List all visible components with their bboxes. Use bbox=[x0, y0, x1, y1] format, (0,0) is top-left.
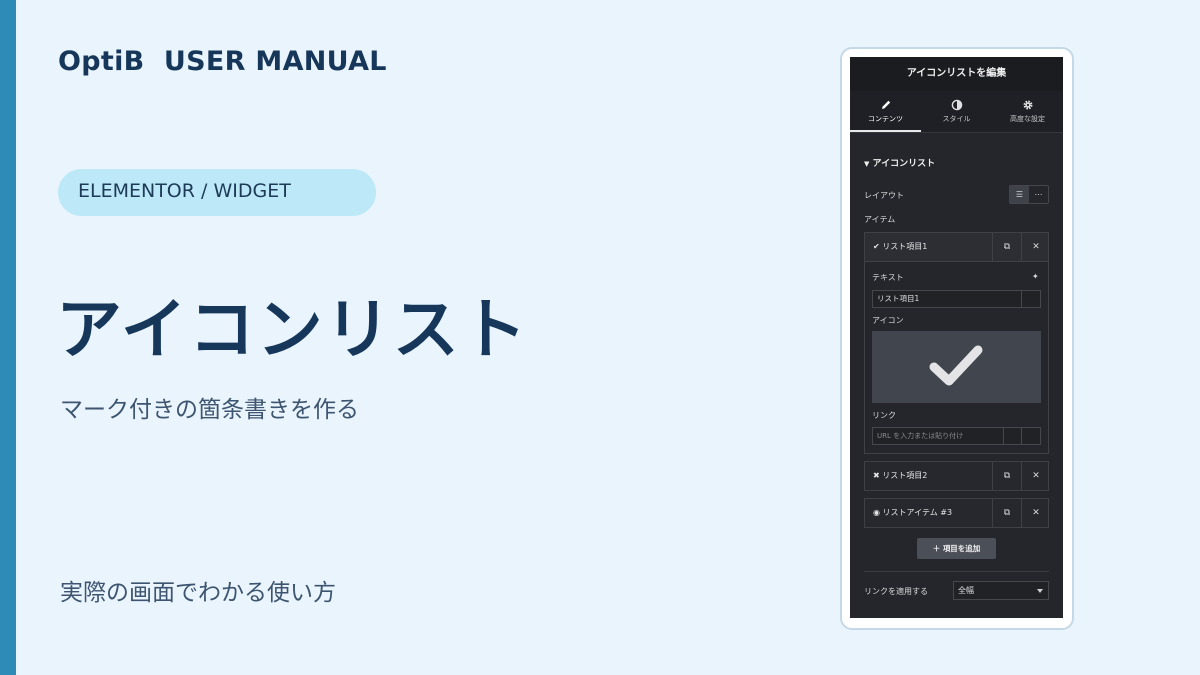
url-placeholder: URL を入力または貼り付け bbox=[877, 432, 964, 440]
tab-style[interactable]: スタイル bbox=[921, 91, 992, 132]
url-input[interactable]: URL を入力または貼り付け bbox=[872, 427, 1041, 445]
left-accent-bar bbox=[0, 0, 16, 675]
icon-label: アイコン bbox=[872, 316, 904, 325]
tab-advanced[interactable]: 高度な設定 bbox=[992, 91, 1063, 132]
category-pill: ELEMENTOR / WIDGET bbox=[58, 169, 376, 216]
footer-note: 実際の画面でわかる使い方 bbox=[60, 580, 336, 606]
list-item-label: リスト項目1 bbox=[882, 242, 928, 251]
duplicate-icon[interactable]: ⧉ bbox=[992, 499, 1021, 527]
brand-title: OptiB USER MANUAL bbox=[58, 46, 387, 77]
contrast-icon bbox=[951, 99, 962, 111]
section-toggle[interactable]: ▼ アイコンリスト bbox=[864, 156, 935, 169]
section-title: アイコンリスト bbox=[872, 159, 936, 169]
items-label: アイテム bbox=[864, 215, 896, 224]
list-item-label: リストアイテム #3 bbox=[882, 508, 953, 517]
category-label: ELEMENTOR / WIDGET bbox=[78, 180, 291, 202]
list-item[interactable]: ✔ リスト項目1 ⧉ ✕ bbox=[864, 232, 1049, 262]
divider bbox=[864, 571, 1049, 572]
plus-icon: ＋ bbox=[932, 544, 941, 553]
close-icon[interactable]: ✕ bbox=[1021, 233, 1050, 261]
database-icon[interactable] bbox=[1021, 428, 1040, 444]
list-item-label: リスト項目2 bbox=[882, 471, 928, 480]
caret-down-icon bbox=[1037, 589, 1043, 593]
icon-picker[interactable] bbox=[872, 331, 1041, 403]
list-item[interactable]: ◉ リストアイテム #3 ⧉ ✕ bbox=[864, 498, 1049, 528]
text-input-value: リスト項目1 bbox=[877, 294, 920, 303]
database-icon[interactable] bbox=[1021, 291, 1040, 307]
add-item-button[interactable]: ＋ 項目を追加 bbox=[917, 538, 996, 559]
inline-layout-icon[interactable]: ⋯ bbox=[1029, 186, 1048, 203]
tab-label: コンテンツ bbox=[868, 115, 903, 123]
link-settings-icon[interactable] bbox=[1003, 428, 1022, 444]
ai-sparkle-icon[interactable]: ✦ bbox=[1032, 272, 1039, 281]
gear-icon bbox=[1022, 100, 1033, 110]
page-title: アイコンリスト bbox=[56, 291, 529, 368]
duplicate-icon[interactable]: ⧉ bbox=[992, 233, 1021, 261]
text-input[interactable]: リスト項目1 bbox=[872, 290, 1041, 308]
duplicate-icon[interactable]: ⧉ bbox=[992, 462, 1021, 490]
layout-label: レイアウト bbox=[864, 191, 904, 200]
page-subtitle: マーク付きの箇条書きを作る bbox=[60, 397, 359, 423]
apply-link-label: リンクを適用する bbox=[864, 587, 928, 596]
panel-tabs: コンテンツ スタイル 高度な設定 bbox=[850, 91, 1063, 133]
elementor-edit-panel: アイコンリストを編集 コンテンツ スタイル 高度な設定 ▼ アイコンリスト レイ… bbox=[850, 57, 1063, 618]
layout-toggle: ☰ ⋯ bbox=[1009, 185, 1049, 204]
link-label: リンク bbox=[872, 411, 896, 420]
tab-label: 高度な設定 bbox=[1010, 115, 1045, 123]
list-item[interactable]: ✖ リスト項目2 ⧉ ✕ bbox=[864, 461, 1049, 491]
close-icon[interactable]: ✕ bbox=[1021, 462, 1050, 490]
tab-label: スタイル bbox=[942, 115, 971, 123]
caret-down-icon: ▼ bbox=[864, 160, 870, 168]
text-label: テキスト bbox=[872, 273, 904, 282]
apply-link-select[interactable]: 全幅 bbox=[953, 581, 1049, 600]
check-icon bbox=[929, 345, 983, 386]
pencil-icon bbox=[881, 100, 890, 109]
apply-link-value: 全幅 bbox=[958, 586, 974, 595]
close-icon[interactable]: ✕ bbox=[1021, 499, 1050, 527]
panel-header: アイコンリストを編集 bbox=[850, 57, 1063, 91]
dot-circle-icon: ◉ bbox=[873, 508, 880, 517]
check-icon: ✔ bbox=[873, 242, 880, 251]
add-item-label: 項目を追加 bbox=[942, 544, 981, 553]
tab-content[interactable]: コンテンツ bbox=[850, 91, 921, 132]
times-icon: ✖ bbox=[873, 471, 880, 480]
list-layout-icon[interactable]: ☰ bbox=[1010, 186, 1029, 203]
